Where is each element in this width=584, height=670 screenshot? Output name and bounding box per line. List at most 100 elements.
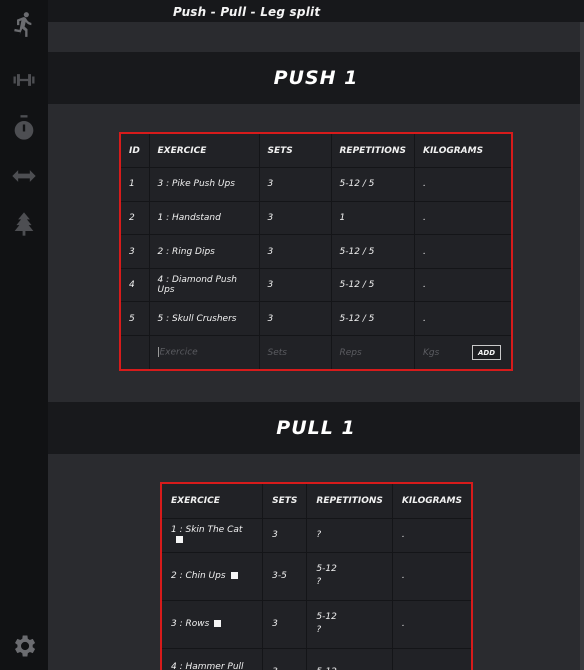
row-exercise: 1 : Skin The Cat [162, 518, 264, 553]
push-heading: PUSH 1 [273, 67, 359, 89]
push-table: ID EXERCICE SETS REPETITIONS KILOGRAMS 1… [119, 132, 513, 372]
column-header-exercise: EXERCICE [162, 484, 264, 519]
row-kg: . [392, 648, 471, 670]
column-header-exercise: EXERCICE [149, 134, 260, 169]
row-id: 1 [121, 167, 150, 202]
exercise-name: 4 : Hammer Pull Ups [171, 662, 244, 670]
row-kg: . [392, 600, 471, 649]
row-sets: 3-5 [262, 552, 308, 601]
row-exercise: 3 : Rows [162, 600, 264, 649]
table-row[interactable]: 3 2 : Ring Dips 3 5-12 / 5 . [121, 234, 511, 269]
empty-cell [121, 335, 150, 370]
row-sets: 3 [262, 600, 308, 649]
exercise-name: 3 : Rows [171, 619, 210, 629]
row-id: 4 [121, 268, 150, 303]
stopwatch-icon[interactable] [8, 112, 40, 144]
row-reps: 5-12? [306, 552, 393, 601]
reps-line: ? [316, 625, 322, 635]
table-row[interactable]: 1 : Skin The Cat 3 ? . [162, 518, 471, 553]
row-reps: ? [306, 518, 393, 553]
arrows-horizontal-icon[interactable] [8, 160, 40, 192]
kgs-input[interactable]: Kgs ADD [414, 336, 511, 370]
table-row[interactable]: 3 : Rows 3 5-12? . [162, 600, 471, 649]
gear-icon[interactable] [8, 630, 40, 662]
row-reps: 5-12 / 5 [331, 167, 415, 202]
checkbox[interactable] [230, 572, 238, 579]
checkbox[interactable] [214, 620, 222, 627]
row-exercise: 2 : Chin Ups [162, 552, 264, 601]
column-header-id: ID [121, 134, 150, 169]
row-kg: . [414, 301, 511, 337]
top-bar: Push - Pull - Leg split [48, 0, 584, 22]
row-kg: . [414, 201, 511, 236]
column-header-kilograms: KILOGRAMS [414, 134, 511, 169]
table-row[interactable]: 1 3 : Pike Push Ups 3 5-12 / 5 . [121, 167, 511, 202]
exercise-placeholder: Exercice [159, 347, 198, 358]
row-sets: 3 [259, 268, 332, 303]
row-sets: 3 [259, 167, 332, 202]
runner-icon[interactable] [8, 8, 40, 40]
row-id: 2 [121, 201, 150, 236]
sidebar [0, 0, 48, 670]
row-id: 5 [121, 301, 150, 337]
table-row[interactable]: 2 1 : Handstand 3 1 . [121, 201, 511, 236]
tree-icon[interactable] [8, 208, 40, 240]
main-content: PUSH 1 ID EXERCICE SETS REPETITIONS KILO… [48, 22, 584, 670]
column-header-repetitions: REPETITIONS [331, 134, 415, 169]
pull-table: EXERCICE SETS REPETITIONS KILOGRAMS 1 : … [160, 482, 473, 670]
reps-line: 5-12 [316, 564, 337, 574]
row-kg: . [414, 268, 511, 303]
reps-line: 5-12 [316, 612, 337, 622]
row-sets: 3 [262, 648, 308, 670]
pull-section-header: PULL 1 [48, 402, 584, 454]
column-header-repetitions: REPETITIONS [306, 484, 393, 519]
row-reps: 1 [331, 201, 415, 236]
push-section-header: PUSH 1 [48, 52, 584, 104]
scrollbar[interactable] [580, 22, 584, 670]
row-reps: 5-12 / 5 [331, 301, 415, 337]
row-sets: 3 [259, 301, 332, 337]
reps-line: 5-12 [316, 666, 382, 670]
column-header-kilograms: KILOGRAMS [392, 484, 471, 519]
table-row[interactable]: 2 : Chin Ups 3-5 5-12? . [162, 552, 471, 601]
kgs-placeholder: Kgs [422, 347, 440, 358]
column-header-sets: SETS [262, 484, 308, 519]
row-exercise: 2 : Ring Dips [149, 234, 260, 269]
table-row[interactable]: 4 4 : Diamond Push Ups 3 5-12 / 5 . [121, 268, 511, 303]
table-header-row: ID EXERCICE SETS REPETITIONS KILOGRAMS [121, 134, 511, 169]
reps-line: ? [316, 529, 322, 540]
row-kg: . [392, 552, 471, 601]
app-title: Push - Pull - Leg split [173, 5, 321, 19]
dumbbell-icon[interactable] [8, 64, 40, 96]
row-id: 3 [121, 234, 150, 269]
add-exercise-row: Exercice Sets Reps Kgs ADD [121, 335, 511, 370]
row-exercise: 3 : Pike Push Ups [149, 167, 260, 202]
reps-input[interactable]: Reps [331, 335, 415, 370]
row-sets: 3 [262, 518, 308, 553]
table-header-row: EXERCICE SETS REPETITIONS KILOGRAMS [162, 484, 471, 519]
table-row[interactable]: 5 5 : Skull Crushers 3 5-12 / 5 . [121, 301, 511, 337]
exercise-name: 2 : Chin Ups [171, 571, 226, 581]
row-kg: . [414, 234, 511, 269]
row-exercise: 4 : Hammer Pull Ups [162, 648, 264, 670]
table-row[interactable]: 4 : Hammer Pull Ups 3 5-12 . [162, 648, 471, 670]
add-button[interactable]: ADD [472, 345, 501, 361]
text-caret [157, 347, 159, 358]
row-kg: . [414, 167, 511, 202]
exercise-name: 1 : Skin The Cat [171, 525, 243, 535]
row-reps: 5-12 / 5 [331, 268, 415, 303]
row-sets: 3 [259, 234, 332, 269]
row-exercise: 4 : Diamond Push Ups [149, 268, 260, 303]
row-reps: 5-12 / 5 [331, 234, 415, 269]
sets-placeholder: Sets [267, 347, 287, 358]
sets-input[interactable]: Sets [259, 335, 332, 370]
row-reps: 5-12? [306, 600, 393, 649]
exercise-input[interactable]: Exercice [149, 335, 260, 370]
row-kg: . [392, 518, 471, 553]
row-exercise: 5 : Skull Crushers [149, 301, 260, 337]
column-header-sets: SETS [259, 134, 332, 169]
checkbox[interactable] [176, 536, 183, 543]
reps-line: ? [316, 577, 322, 587]
pull-heading: PULL 1 [276, 417, 356, 439]
row-sets: 3 [259, 201, 332, 236]
